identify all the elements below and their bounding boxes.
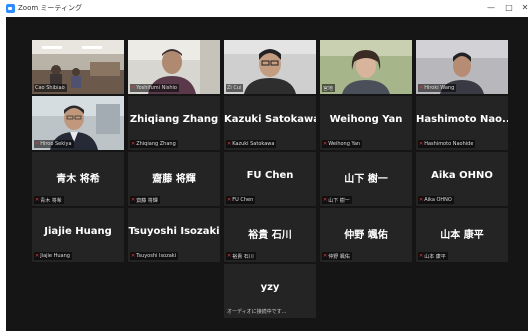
gallery-view: Cao Shibiao ✕ Yoshifumi Nishio Zi Cui 宮地… (6, 17, 528, 331)
participant-name-label: Zi Cui (226, 84, 244, 92)
participant-tile[interactable]: Zi Cui (224, 40, 316, 94)
participant-name-label: ✕ Hiroki Wang (418, 84, 457, 92)
participant-name-label: ✕ 裕貴 石川 (226, 252, 256, 260)
mic-muted-icon: ✕ (35, 253, 40, 259)
participant-name-label: ✕ 青木 将希 (34, 196, 64, 204)
participant-name-label: ✕ Jiajie Huang (34, 252, 72, 260)
participant-tile[interactable]: Weihong Yan ✕ Weihong Yan (320, 96, 412, 150)
mic-muted-icon: ✕ (419, 141, 424, 147)
participant-tile[interactable]: Zhiqiang Zhang ✕ Zhiqiang Zhang (128, 96, 220, 150)
participant-name: 仲野 颯佑 (344, 230, 388, 241)
participant-name: 青木 将希 (56, 174, 100, 185)
participant-name: 齋藤 将輝 (152, 174, 196, 185)
participant-name-label: ✕ Weihong Yan (322, 140, 363, 148)
mic-muted-icon: ✕ (227, 197, 232, 203)
mic-muted-icon: ✕ (419, 85, 424, 91)
participant-tile[interactable]: Aika OHNO ✕ Aika OHNO (416, 152, 508, 206)
participant-name-label: ✕ Zhiqiang Zhang (130, 140, 178, 148)
participant-tile[interactable]: 裕貴 石川 ✕ 裕貴 石川 (224, 208, 316, 262)
participant-name-label: ✕ 仲野 颯佑 (322, 252, 352, 260)
mic-muted-icon: ✕ (131, 197, 136, 203)
mic-muted-icon: ✕ (419, 197, 424, 203)
participant-name-label: ✕ Hashimoto Naohide (418, 140, 476, 148)
participant-name-label: ✕ Yoshifumi Nishio (130, 84, 179, 92)
participant-name: 裕貴 石川 (248, 230, 292, 241)
close-button[interactable]: ✕ (516, 1, 530, 15)
mic-muted-icon: ✕ (35, 197, 40, 203)
participant-tile[interactable]: yzy オーディオに接続中です... (224, 264, 316, 318)
mic-muted-icon: ✕ (35, 141, 40, 147)
participant-tile[interactable]: Tsuyoshi Isozaki ✕ Tsuyoshi Isozaki (128, 208, 220, 262)
participant-name: yzy (260, 282, 280, 293)
participant-tile[interactable]: 仲野 颯佑 ✕ 仲野 颯佑 (320, 208, 412, 262)
participant-tile[interactable]: 山下 樹一 ✕ 山下 樹一 (320, 152, 412, 206)
mic-muted-icon: ✕ (131, 253, 136, 259)
window-title: Zoom ミーティング (18, 4, 82, 12)
participant-tile[interactable]: ✕ Hiroki Wang (416, 40, 508, 94)
participant-name: Aika OHNO (431, 170, 493, 181)
mic-muted-icon: ✕ (419, 253, 424, 259)
mic-muted-icon: ✕ (323, 197, 328, 203)
mic-muted-icon: ✕ (227, 253, 232, 259)
participant-tile[interactable]: Cao Shibiao (32, 40, 124, 94)
participant-tile[interactable]: 齋藤 将輝 ✕ 齋藤 将輝 (128, 152, 220, 206)
participant-name: 山本 康平 (440, 230, 484, 241)
participant-name: Zhiqiang Zhang (129, 114, 219, 125)
participant-name: Weihong Yan (329, 114, 403, 125)
participant-tile[interactable]: ✕ Yoshifumi Nishio (128, 40, 220, 94)
participant-name: Tsuyoshi Isozaki (128, 226, 220, 237)
participant-name: FU Chen (246, 170, 294, 181)
participant-tile[interactable]: Kazuki Satokawa ✕ Kazuki Satokawa (224, 96, 316, 150)
mic-muted-icon: ✕ (131, 85, 136, 91)
participant-name-label: 宮地 (322, 84, 336, 92)
participant-tile[interactable]: 青木 将希 ✕ 青木 将希 (32, 152, 124, 206)
mic-muted-icon: ✕ (131, 141, 136, 147)
participant-name-label: ✕ Hiroo Sekiya (34, 140, 74, 148)
participant-name-label: Cao Shibiao (34, 84, 67, 92)
participant-tile-active-speaker[interactable]: 宮地 (320, 40, 412, 94)
participant-name-label: ✕ Aika OHNO (418, 196, 454, 204)
participant-name-label: ✕ 齋藤 将輝 (130, 196, 160, 204)
participant-tile[interactable]: 山本 康平 ✕ 山本 康平 (416, 208, 508, 262)
participant-name: Kazuki Satokawa (224, 114, 316, 125)
audio-connecting-status: オーディオに接続中です... (227, 309, 287, 315)
mic-muted-icon: ✕ (323, 253, 328, 259)
participant-tile[interactable]: ✕ Hiroo Sekiya (32, 96, 124, 150)
participant-tile[interactable]: FU Chen ✕ FU Chen (224, 152, 316, 206)
participant-name-label: ✕ Tsuyoshi Isozaki (130, 252, 179, 260)
zoom-logo-icon (6, 4, 15, 13)
participant-tile[interactable]: Jiajie Huang ✕ Jiajie Huang (32, 208, 124, 262)
mic-muted-icon: ✕ (323, 141, 328, 147)
participant-name: Hashimoto Nao... (416, 114, 508, 125)
participant-name: Jiajie Huang (44, 226, 112, 237)
participant-name: 山下 樹一 (344, 174, 388, 185)
participant-name-label: ✕ FU Chen (226, 196, 256, 204)
participant-name-label: ✕ 山本 康平 (418, 252, 448, 260)
mic-muted-icon: ✕ (227, 141, 232, 147)
participant-tile[interactable]: Hashimoto Nao... ✕ Hashimoto Naohide (416, 96, 508, 150)
participant-name-label: ✕ Kazuki Satokawa (226, 140, 277, 148)
participant-name-label: ✕ 山下 樹一 (322, 196, 352, 204)
minimize-button[interactable]: — (482, 1, 500, 15)
title-bar: Zoom ミーティング — □ ✕ (0, 0, 530, 17)
